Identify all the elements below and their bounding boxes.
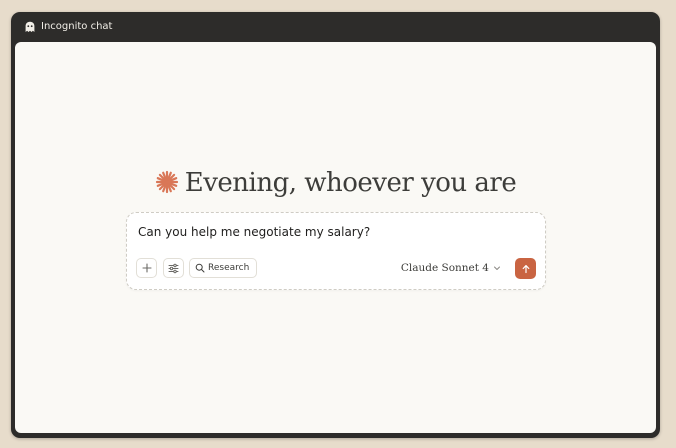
- title-bar: Incognito chat: [11, 12, 660, 42]
- ghost-icon: [25, 21, 35, 32]
- model-label: Claude Sonnet 4: [400, 262, 489, 274]
- add-attachment-button[interactable]: [136, 258, 157, 278]
- research-button[interactable]: Research: [189, 258, 257, 278]
- greeting-heading: Evening, whoever you are: [15, 168, 656, 198]
- plus-icon: [141, 263, 152, 273]
- window-title: Incognito chat: [41, 21, 113, 32]
- tools-button[interactable]: [163, 258, 184, 278]
- message-composer[interactable]: Can you help me negotiate my salary? Res…: [126, 212, 546, 290]
- search-icon: [195, 263, 205, 273]
- greeting-text: Evening, whoever you are: [184, 168, 517, 198]
- chat-content-area: Evening, whoever you are Can you help me…: [15, 42, 656, 433]
- research-label: Research: [208, 263, 250, 273]
- message-input[interactable]: Can you help me negotiate my salary?: [138, 225, 370, 239]
- incognito-chat-window: Incognito chat Evening, whoever you are …: [11, 12, 660, 438]
- arrow-up-icon: [522, 264, 529, 273]
- send-button[interactable]: [515, 258, 536, 279]
- spark-icon: [155, 170, 178, 194]
- chevron-down-icon: [494, 266, 500, 270]
- sliders-icon: [168, 263, 179, 273]
- model-selector[interactable]: Claude Sonnet 4: [401, 262, 501, 274]
